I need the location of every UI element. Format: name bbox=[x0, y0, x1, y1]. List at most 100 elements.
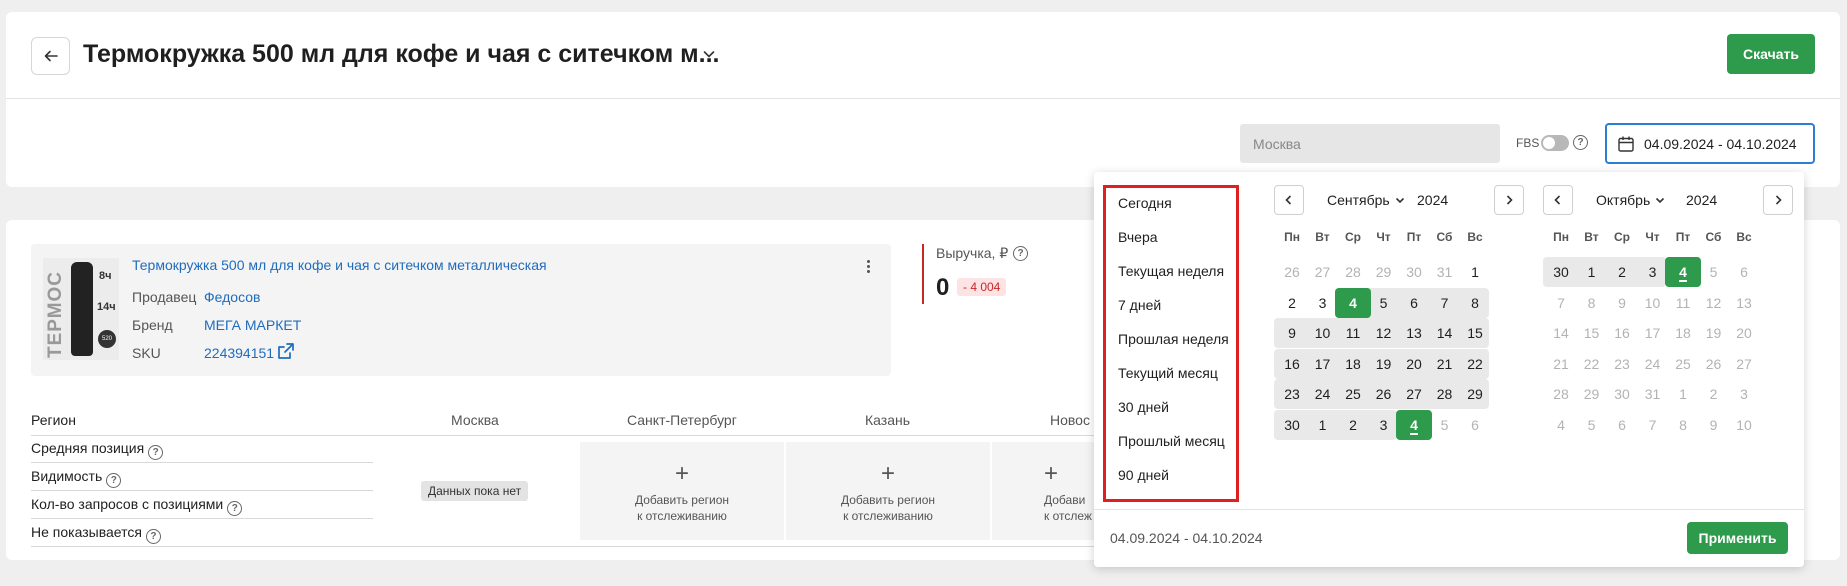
calendar-day[interactable]: 6 bbox=[1457, 410, 1493, 440]
product-image-brand: ТЕРМОС bbox=[45, 270, 66, 358]
calendar-day[interactable]: 8 bbox=[1457, 288, 1493, 318]
left-month-select[interactable]: Сентябрь bbox=[1327, 192, 1405, 208]
preset-current-week[interactable]: Текущая неделя bbox=[1118, 263, 1224, 279]
preset-90-days[interactable]: 90 дней bbox=[1118, 467, 1169, 483]
right-month-select[interactable]: Октябрь bbox=[1596, 192, 1665, 208]
thermos-bottle bbox=[71, 262, 93, 356]
left-year-label[interactable]: 2024 bbox=[1417, 192, 1448, 208]
calendar-day[interactable]: 6 bbox=[1726, 257, 1762, 287]
region-column-kazan: Казань bbox=[865, 412, 911, 428]
help-icon[interactable]: ? bbox=[145, 529, 161, 544]
calendar-day[interactable]: 29 bbox=[1457, 379, 1493, 409]
row-not-shown: Не показывается? bbox=[31, 524, 161, 544]
calendar-day[interactable]: 22 bbox=[1457, 349, 1493, 379]
chevron-left-icon bbox=[1285, 195, 1292, 205]
add-region-sublabel: к отслеживанию bbox=[843, 509, 933, 523]
help-icon[interactable]: ? bbox=[148, 445, 164, 460]
calendar-day[interactable]: 3 bbox=[1726, 379, 1762, 409]
brand-label: Бренд bbox=[132, 317, 173, 333]
next-month-button[interactable] bbox=[1494, 185, 1524, 215]
right-year-label[interactable]: 2024 bbox=[1686, 192, 1717, 208]
region-column-moscow: Москва bbox=[451, 412, 499, 428]
apply-button[interactable]: Применить bbox=[1687, 522, 1788, 554]
preset-30-days[interactable]: 30 дней bbox=[1118, 399, 1169, 415]
calendar-day[interactable]: 10 bbox=[1726, 410, 1762, 440]
add-region-kazan-button[interactable]: + Добавить регион к отслеживанию bbox=[786, 442, 990, 540]
fbs-toggle[interactable] bbox=[1541, 135, 1569, 151]
calendar-icon bbox=[1617, 135, 1635, 153]
date-range-input[interactable]: 04.09.2024 - 04.10.2024 bbox=[1605, 123, 1815, 164]
weekday-label: Вс bbox=[1467, 230, 1483, 244]
add-region-spb-button[interactable]: + Добавить регион к отслеживанию bbox=[580, 442, 784, 540]
revenue-accent-bar bbox=[922, 244, 924, 304]
region-header: Регион bbox=[31, 412, 76, 428]
header-card bbox=[6, 12, 1840, 187]
preset-last-week[interactable]: Прошлая неделя bbox=[1118, 331, 1229, 347]
add-region-label: Добавить регион bbox=[634, 493, 730, 507]
preset-today[interactable]: Сегодня bbox=[1118, 195, 1172, 211]
table-divider bbox=[31, 435, 1094, 436]
revenue-delta-badge: - 4 004 bbox=[957, 278, 1007, 296]
back-button[interactable] bbox=[31, 37, 70, 75]
city-input[interactable]: Москва bbox=[1240, 124, 1500, 163]
sku-value[interactable]: 224394151 bbox=[204, 345, 274, 361]
product-image[interactable]: ТЕРМОС 8ч 14ч 520 bbox=[43, 258, 119, 360]
product-name-link[interactable]: Термокружка 500 мл для кофе и чая с сите… bbox=[132, 257, 547, 273]
region-column-spb: Санкт-Петербург bbox=[627, 412, 737, 428]
region-column-novosibirsk: Новос bbox=[1050, 412, 1090, 428]
chevron-down-icon bbox=[1656, 197, 1665, 204]
selected-range-text: 04.09.2024 - 04.10.2024 bbox=[1110, 530, 1263, 546]
revenue-value: 0 bbox=[936, 274, 950, 301]
fbs-label: FBS bbox=[1516, 136, 1540, 150]
next-month-button[interactable] bbox=[1763, 185, 1793, 215]
calendar-day[interactable]: 20 bbox=[1726, 318, 1762, 348]
brand-link[interactable]: МЕГА МАРКЕТ bbox=[204, 317, 301, 333]
help-icon[interactable]: ? bbox=[1573, 135, 1588, 150]
header-divider bbox=[6, 98, 1840, 99]
table-divider bbox=[31, 518, 373, 519]
row-label: Видимость bbox=[31, 468, 103, 484]
no-data-badge: Данных пока нет bbox=[421, 481, 529, 501]
row-visibility: Видимость? bbox=[31, 468, 122, 488]
row-label: Не показывается bbox=[31, 524, 142, 540]
popup-divider bbox=[1094, 509, 1804, 510]
preset-last-month[interactable]: Прошлый месяц bbox=[1118, 433, 1225, 449]
title-dropdown-button[interactable] bbox=[699, 44, 719, 64]
help-icon[interactable]: ? bbox=[227, 501, 243, 516]
prev-month-button[interactable] bbox=[1543, 185, 1573, 215]
preset-current-month[interactable]: Текущий месяц bbox=[1118, 365, 1218, 381]
product-image-hot: 8ч bbox=[99, 270, 112, 282]
page-title: Термокружка 500 мл для кофе и чая с сите… bbox=[83, 40, 720, 68]
plus-icon: + bbox=[674, 460, 689, 487]
row-label: Кол-во запросов с позициями bbox=[31, 496, 224, 512]
calendar-day[interactable]: 15 bbox=[1457, 318, 1493, 348]
row-label: Средняя позиция bbox=[31, 440, 145, 456]
weekday-label: Вс bbox=[1736, 230, 1752, 244]
seller-link[interactable]: Федосов bbox=[204, 289, 260, 305]
chevron-down-icon bbox=[703, 51, 715, 58]
plus-icon: + bbox=[880, 460, 895, 487]
calendar-day[interactable]: 13 bbox=[1726, 288, 1762, 318]
calendar-day[interactable]: 1 bbox=[1457, 257, 1493, 287]
more-options-icon[interactable] bbox=[862, 256, 874, 276]
table-divider bbox=[31, 546, 1094, 547]
table-divider bbox=[31, 490, 373, 491]
row-query-count: Кол-во запросов с позициями? bbox=[31, 496, 243, 516]
sku-label: SKU bbox=[132, 345, 161, 361]
arrow-left-icon bbox=[44, 50, 58, 62]
help-icon[interactable]: ? bbox=[106, 473, 122, 488]
product-image-cold: 14ч bbox=[97, 301, 116, 313]
help-icon[interactable]: ? bbox=[1013, 246, 1028, 261]
preset-yesterday[interactable]: Вчера bbox=[1118, 229, 1158, 245]
chevron-right-icon bbox=[1775, 195, 1782, 205]
left-month-label: Сентябрь bbox=[1327, 192, 1390, 208]
add-region-novosibirsk-button[interactable]: + Добави к отслеж bbox=[992, 442, 1102, 540]
calendar-day[interactable]: 27 bbox=[1726, 349, 1762, 379]
download-button[interactable]: Скачать bbox=[1727, 34, 1815, 74]
external-link-icon[interactable] bbox=[277, 342, 295, 365]
add-region-label: Добави bbox=[1044, 493, 1086, 507]
row-average-position: Средняя позиция? bbox=[31, 440, 164, 460]
preset-7-days[interactable]: 7 дней bbox=[1118, 297, 1161, 313]
prev-month-button[interactable] bbox=[1274, 185, 1304, 215]
chevron-left-icon bbox=[1554, 195, 1561, 205]
